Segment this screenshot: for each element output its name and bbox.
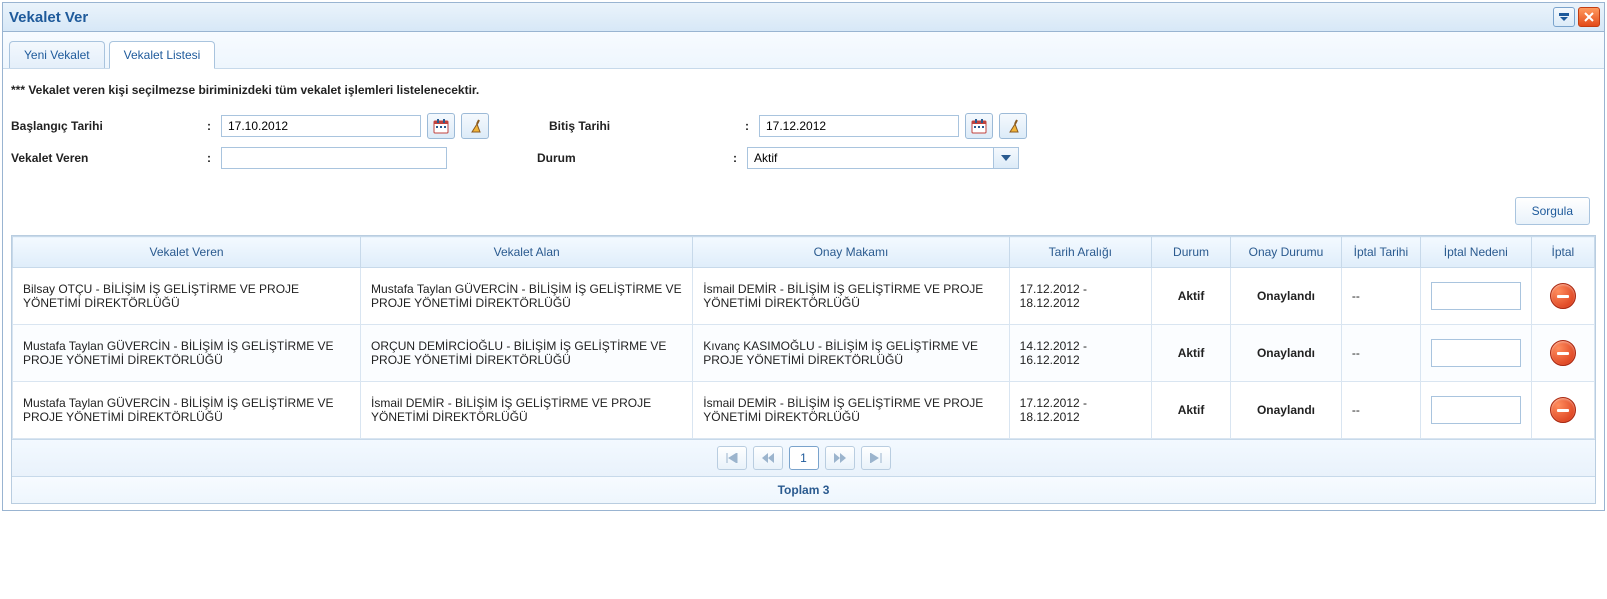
cell-grantor: Mustafa Taylan GÜVERCİN - BİLİŞİM İŞ GEL… (13, 382, 361, 439)
cell-date-range: 14.12.2012 - 16.12.2012 (1009, 325, 1151, 382)
pager-prev-button[interactable] (753, 446, 783, 470)
table-row[interactable]: Bilsay OTÇU - BİLİŞİM İŞ GELİŞTİRME VE P… (13, 268, 1595, 325)
col-cancel-action[interactable]: İptal (1531, 237, 1594, 268)
colon: : (733, 151, 741, 165)
minus-icon (1557, 295, 1569, 298)
col-authority[interactable]: Onay Makamı (693, 237, 1009, 268)
end-date-clear-button[interactable] (999, 113, 1027, 139)
col-date-range[interactable]: Tarih Aralığı (1009, 237, 1151, 268)
close-button[interactable] (1578, 7, 1600, 27)
colon: : (207, 151, 215, 165)
cell-approval: Onaylandı (1231, 325, 1342, 382)
tab-new-vekalet[interactable]: Yeni Vekalet (9, 41, 105, 68)
cell-cancel-action (1531, 325, 1594, 382)
cancel-reason-input[interactable] (1431, 282, 1521, 310)
start-date-picker-button[interactable] (427, 113, 455, 139)
cell-approval: Onaylandı (1231, 382, 1342, 439)
pager-current-page[interactable]: 1 (789, 446, 819, 470)
broom-icon (1005, 118, 1021, 134)
end-date-label: Bitiş Tarihi (549, 119, 739, 133)
cell-cancel-reason (1420, 325, 1531, 382)
col-cancel-date[interactable]: İptal Tarihi (1341, 237, 1420, 268)
cell-status: Aktif (1152, 268, 1231, 325)
total-bar: Toplam 3 (12, 476, 1595, 503)
cell-status: Aktif (1152, 325, 1231, 382)
cell-authority: İsmail DEMİR - BİLİŞİM İŞ GELİŞTİRME VE … (693, 382, 1009, 439)
pager-first-button[interactable] (717, 446, 747, 470)
first-page-icon (726, 453, 738, 463)
cancel-reason-input[interactable] (1431, 396, 1521, 424)
results-grid: Vekalet Veren Vekalet Alan Onay Makamı T… (11, 235, 1596, 504)
cell-grantor: Bilsay OTÇU - BİLİŞİM İŞ GELİŞTİRME VE P… (13, 268, 361, 325)
prev-page-icon (762, 453, 774, 463)
pager-next-button[interactable] (825, 446, 855, 470)
col-cancel-reason[interactable]: İptal Nedeni (1420, 237, 1531, 268)
cancel-row-button[interactable] (1550, 397, 1576, 423)
chevron-down-icon (1001, 155, 1011, 161)
colon: : (745, 119, 753, 133)
cell-grantee: ORÇUN DEMİRCİOĞLU - BİLİŞİM İŞ GELİŞTİRM… (361, 325, 693, 382)
cell-cancel-date: -- (1341, 325, 1420, 382)
calendar-icon (971, 118, 987, 134)
table-row[interactable]: Mustafa Taylan GÜVERCİN - BİLİŞİM İŞ GEL… (13, 382, 1595, 439)
cell-cancel-date: -- (1341, 268, 1420, 325)
window-title: Vekalet Ver (9, 9, 88, 26)
cell-grantor: Mustafa Taylan GÜVERCİN - BİLİŞİM İŞ GEL… (13, 325, 361, 382)
cancel-reason-input[interactable] (1431, 339, 1521, 367)
cell-authority: Kıvanç KASIMOĞLU - BİLİŞİM İŞ GELİŞTİRME… (693, 325, 1009, 382)
status-value[interactable] (747, 147, 993, 169)
col-grantee[interactable]: Vekalet Alan (361, 237, 693, 268)
col-status[interactable]: Durum (1152, 237, 1231, 268)
cell-cancel-reason (1420, 268, 1531, 325)
vekalet-window: Vekalet Ver Yeni Vekalet Vekalet Listesi… (2, 2, 1605, 511)
cell-cancel-action (1531, 382, 1594, 439)
cancel-row-button[interactable] (1550, 340, 1576, 366)
cancel-row-button[interactable] (1550, 283, 1576, 309)
minus-icon (1557, 409, 1569, 412)
tab-vekalet-list[interactable]: Vekalet Listesi (109, 41, 216, 69)
grantor-input[interactable] (221, 147, 447, 169)
cell-grantee: Mustafa Taylan GÜVERCİN - BİLİŞİM İŞ GEL… (361, 268, 693, 325)
pager-bar: 1 (12, 439, 1595, 476)
calendar-icon (433, 118, 449, 134)
cell-approval: Onaylandı (1231, 268, 1342, 325)
cell-cancel-action (1531, 268, 1594, 325)
end-date-input[interactable] (759, 115, 959, 137)
form-row-2: Vekalet Veren : Durum : (11, 147, 1596, 169)
next-page-icon (834, 453, 846, 463)
action-bar: Sorgula (11, 177, 1596, 231)
window-controls (1553, 7, 1600, 27)
status-combo[interactable] (747, 147, 1019, 169)
cell-cancel-date: -- (1341, 382, 1420, 439)
minus-icon (1557, 352, 1569, 355)
cell-date-range: 17.12.2012 - 18.12.2012 (1009, 382, 1151, 439)
grantor-label: Vekalet Veren (11, 151, 201, 165)
cell-status: Aktif (1152, 382, 1231, 439)
col-approval[interactable]: Onay Durumu (1231, 237, 1342, 268)
colon: : (207, 119, 215, 133)
status-dropdown-button[interactable] (993, 147, 1019, 169)
col-grantor[interactable]: Vekalet Veren (13, 237, 361, 268)
end-date-picker-button[interactable] (965, 113, 993, 139)
start-date-clear-button[interactable] (461, 113, 489, 139)
grid-header-row: Vekalet Veren Vekalet Alan Onay Makamı T… (13, 237, 1595, 268)
cell-grantee: İsmail DEMİR - BİLİŞİM İŞ GELİŞTİRME VE … (361, 382, 693, 439)
window-titlebar: Vekalet Ver (3, 3, 1604, 32)
cell-date-range: 17.12.2012 - 18.12.2012 (1009, 268, 1151, 325)
tabstrip: Yeni Vekalet Vekalet Listesi (3, 32, 1604, 69)
cell-authority: İsmail DEMİR - BİLİŞİM İŞ GELİŞTİRME VE … (693, 268, 1009, 325)
broom-icon (467, 118, 483, 134)
hint-text: *** Vekalet veren kişi seçilmezse birimi… (11, 83, 1596, 97)
pager-last-button[interactable] (861, 446, 891, 470)
start-date-input[interactable] (221, 115, 421, 137)
status-label: Durum (537, 151, 727, 165)
panel-body: *** Vekalet veren kişi seçilmezse birimi… (3, 69, 1604, 510)
form-row-1: Başlangıç Tarihi : (11, 113, 1596, 139)
minimize-button[interactable] (1553, 7, 1575, 27)
query-button[interactable]: Sorgula (1515, 197, 1590, 225)
cell-cancel-reason (1420, 382, 1531, 439)
last-page-icon (870, 453, 882, 463)
start-date-label: Başlangıç Tarihi (11, 119, 201, 133)
table-row[interactable]: Mustafa Taylan GÜVERCİN - BİLİŞİM İŞ GEL… (13, 325, 1595, 382)
